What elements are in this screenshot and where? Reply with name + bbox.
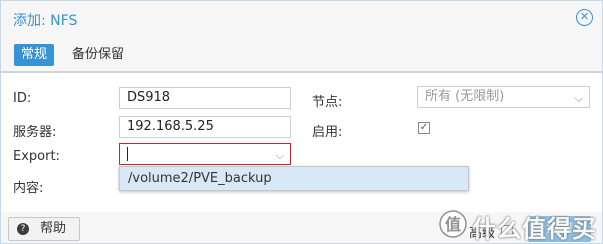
text-cursor	[127, 147, 128, 161]
tab-bar: 常规 备份保留	[1, 37, 602, 73]
dialog-titlebar: 添加: NFS ✕	[1, 1, 602, 37]
add-nfs-dialog: 添加: NFS ✕ 常规 备份保留 ID: DS918 服务器: 192.168…	[0, 0, 603, 244]
svg-text:值: 值	[445, 215, 461, 234]
tab-backup-retention[interactable]: 备份保留	[65, 44, 131, 66]
server-label: 服务器:	[13, 125, 57, 140]
id-field[interactable]: DS918	[119, 87, 291, 109]
node-label: 节点:	[312, 95, 343, 110]
enable-checkbox[interactable]: ✓	[418, 122, 430, 134]
export-label: Export:	[13, 149, 60, 164]
node-value: 所有 (无限制)	[425, 89, 505, 104]
watermark-logo-icon: 值	[439, 210, 467, 238]
node-select[interactable]: 所有 (无限制) ⌵	[417, 86, 590, 108]
chevron-down-icon[interactable]: ⌵	[276, 146, 284, 166]
chevron-down-icon[interactable]: ⌵	[575, 89, 583, 109]
close-icon[interactable]: ✕	[576, 9, 593, 26]
export-dropdown-list: /volume2/PVE_backup	[119, 166, 469, 191]
watermark-logo: 值 什么值得买	[434, 206, 602, 243]
export-option[interactable]: /volume2/PVE_backup	[120, 167, 468, 190]
watermark-text: 什么值得买	[472, 215, 597, 243]
help-button[interactable]: ? 帮助	[8, 217, 80, 241]
help-label: 帮助	[40, 221, 67, 236]
tab-general[interactable]: 常规	[14, 44, 55, 66]
content-label: 内容:	[13, 181, 44, 196]
server-field[interactable]: 192.168.5.25	[119, 116, 291, 138]
question-icon: ?	[17, 223, 29, 235]
export-combobox[interactable]: ⌵	[119, 143, 291, 165]
id-label: ID:	[13, 91, 32, 106]
dialog-title: 添加: NFS	[13, 13, 78, 29]
enable-label: 启用:	[312, 125, 343, 140]
